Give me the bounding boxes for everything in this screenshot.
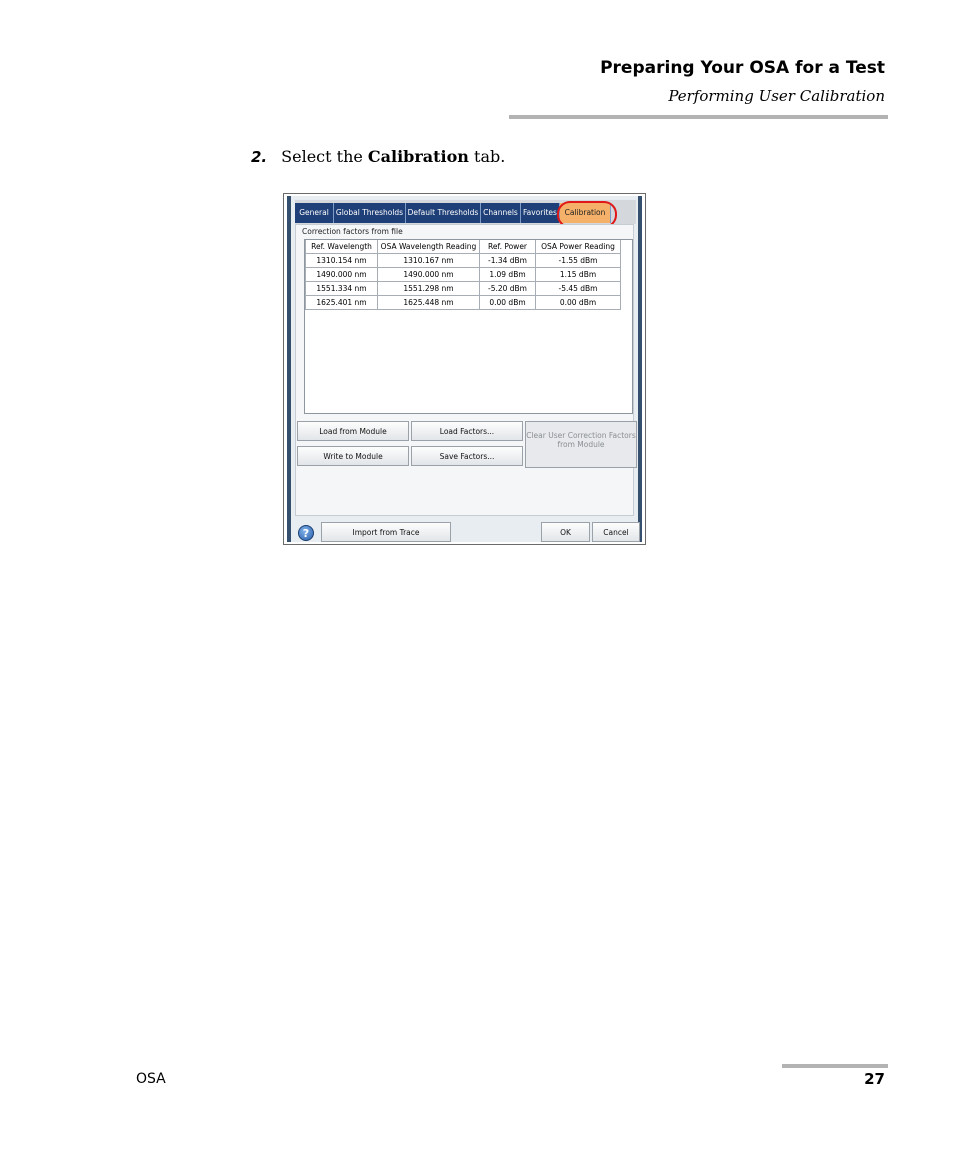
- cancel-button[interactable]: Cancel: [592, 522, 640, 542]
- step-text-before: Select the: [281, 147, 368, 166]
- column-header: OSA Power Reading: [535, 240, 621, 254]
- table-cell: -1.34 dBm: [479, 253, 536, 268]
- table-cell: 1.15 dBm: [535, 267, 621, 282]
- tab-bar: General Global Thresholds Default Thresh…: [295, 200, 636, 228]
- footer-label: OSA: [136, 1071, 166, 1087]
- tab-channels[interactable]: Channels: [481, 203, 521, 223]
- header-rule: [509, 115, 888, 119]
- tab-favorites[interactable]: Favorites: [521, 203, 560, 223]
- dialog-left-border: [287, 196, 291, 542]
- save-factors-button[interactable]: Save Factors...: [411, 446, 523, 466]
- step-instruction: 2. Select the Calibration tab.: [251, 147, 505, 166]
- table-cell: 1310.167 nm: [377, 253, 480, 268]
- calibration-dialog-screenshot: General Global Thresholds Default Thresh…: [283, 193, 646, 545]
- column-header: Ref. Wavelength: [305, 240, 378, 254]
- step-text-after: tab.: [468, 147, 506, 166]
- table-cell: 1551.334 nm: [305, 281, 378, 296]
- table-row[interactable]: 1551.334 nm 1551.298 nm -5.20 dBm -5.45 …: [305, 281, 621, 296]
- clear-user-correction-factors-button[interactable]: Clear User Correction Factors from Modul…: [525, 421, 637, 468]
- column-header: OSA Wavelength Reading: [377, 240, 480, 254]
- header-title: Preparing Your OSA for a Test: [600, 58, 885, 78]
- column-header: Ref. Power: [479, 240, 536, 254]
- header-subtitle: Performing User Calibration: [668, 87, 885, 105]
- step-text-bold: Calibration: [367, 147, 469, 166]
- tab-global-thresholds[interactable]: Global Thresholds: [334, 203, 406, 223]
- tab-general[interactable]: General: [295, 203, 334, 223]
- table-cell: 0.00 dBm: [479, 295, 536, 310]
- table-cell: 1490.000 nm: [305, 267, 378, 282]
- table-header-row: Ref. Wavelength OSA Wavelength Reading R…: [305, 240, 621, 254]
- table-row[interactable]: 1625.401 nm 1625.448 nm 0.00 dBm 0.00 dB…: [305, 295, 621, 310]
- table-cell: 1.09 dBm: [479, 267, 536, 282]
- table-cell: -1.55 dBm: [535, 253, 621, 268]
- table-cell: 1490.000 nm: [377, 267, 480, 282]
- help-icon[interactable]: ?: [298, 525, 314, 541]
- tab-default-thresholds[interactable]: Default Thresholds: [406, 203, 481, 223]
- dialog-body: General Global Thresholds Default Thresh…: [287, 196, 642, 542]
- load-factors-button[interactable]: Load Factors...: [411, 421, 523, 441]
- table-cell: 1625.448 nm: [377, 295, 480, 310]
- load-from-module-button[interactable]: Load from Module: [297, 421, 409, 441]
- page-number: 27: [864, 1070, 885, 1088]
- table-cell: -5.20 dBm: [479, 281, 536, 296]
- table-row[interactable]: 1310.154 nm 1310.167 nm -1.34 dBm -1.55 …: [305, 253, 621, 268]
- step-number: 2.: [251, 148, 268, 166]
- table-cell: 1310.154 nm: [305, 253, 378, 268]
- footer-rule: [782, 1064, 888, 1068]
- import-from-trace-button[interactable]: Import from Trace: [321, 522, 451, 542]
- table-row[interactable]: 1490.000 nm 1490.000 nm 1.09 dBm 1.15 dB…: [305, 267, 621, 282]
- correction-factors-table[interactable]: Ref. Wavelength OSA Wavelength Reading R…: [304, 239, 633, 414]
- table: Ref. Wavelength OSA Wavelength Reading R…: [305, 240, 621, 310]
- group-label: Correction factors from file: [302, 227, 403, 236]
- table-cell: 1551.298 nm: [377, 281, 480, 296]
- table-cell: 1625.401 nm: [305, 295, 378, 310]
- table-cell: -5.45 dBm: [535, 281, 621, 296]
- dialog-right-border: [638, 196, 642, 542]
- calibration-panel: Correction factors from file Ref. Wavele…: [295, 224, 637, 516]
- table-cell: 0.00 dBm: [535, 295, 621, 310]
- ok-button[interactable]: OK: [541, 522, 590, 542]
- write-to-module-button[interactable]: Write to Module: [297, 446, 409, 466]
